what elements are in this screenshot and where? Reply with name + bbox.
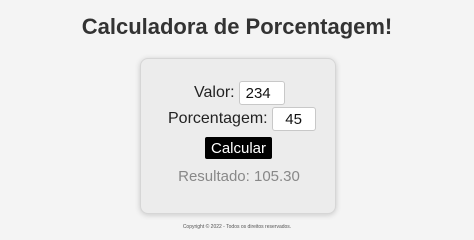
valor-input-value: 234 bbox=[245, 84, 271, 102]
porcentagem-input-value: 45 bbox=[285, 110, 302, 128]
resultado-text: Resultado: 105.30 bbox=[178, 168, 300, 185]
valor-input[interactable]: 234 bbox=[238, 81, 285, 105]
page-title: Calculadora de Porcentagem! bbox=[81, 14, 393, 39]
porcentagem-label: Porcentagem: bbox=[168, 110, 268, 127]
valor-label: Valor: bbox=[194, 84, 235, 101]
porcentagem-input[interactable]: 45 bbox=[271, 107, 316, 131]
calculator-card: Valor: 234 Porcentagem: 45 Calcular Resu… bbox=[140, 58, 336, 214]
valor-row: Valor: 234 bbox=[194, 81, 285, 105]
calcular-button[interactable]: Calcular bbox=[205, 137, 272, 159]
page: Calculadora de Porcentagem! Valor: 234 P… bbox=[0, 0, 474, 233]
porcentagem-row: Porcentagem: 45 bbox=[168, 107, 316, 131]
footer-copyright: Copyright © 2022 - Todos os direitos res… bbox=[182, 224, 292, 230]
